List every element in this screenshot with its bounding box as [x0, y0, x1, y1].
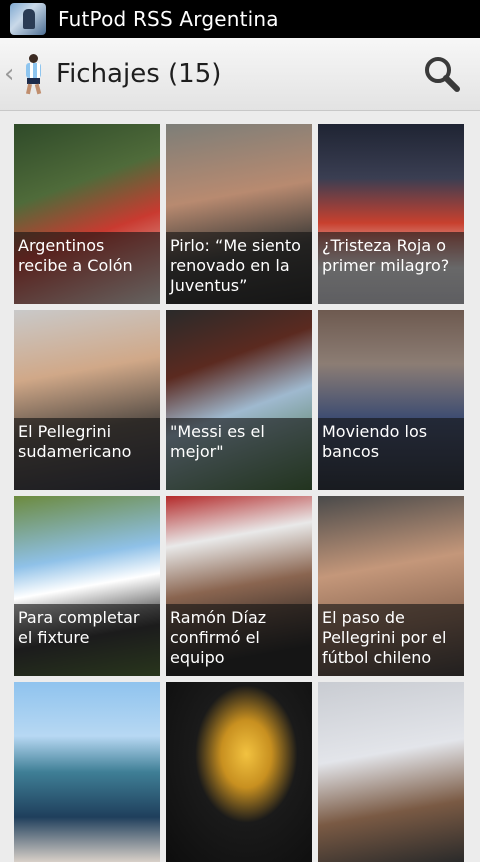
app-icon — [10, 3, 46, 35]
article-title: Pirlo: “Me siento renovado en la Juventu… — [166, 232, 312, 304]
article-tile[interactable]: Ramón Díaz confirmó el equipo — [166, 496, 312, 676]
player-logo-icon[interactable] — [18, 52, 48, 96]
article-tile[interactable]: Moviendo los bancos — [318, 310, 464, 490]
search-button[interactable] — [422, 54, 462, 94]
up-navigation-icon[interactable]: ‹ — [4, 61, 18, 87]
article-tile[interactable]: Pirlo: “Me siento renovado en la Juventu… — [166, 124, 312, 304]
page-title: Fichajes (15) — [56, 59, 222, 89]
article-title: Para completar el fixture — [14, 604, 160, 676]
article-tile[interactable]: Para completar el fixture — [14, 496, 160, 676]
article-title: Moviendo los bancos — [318, 418, 464, 490]
article-title: El paso de Pellegrini por el fútbol chil… — [318, 604, 464, 676]
article-tile[interactable] — [318, 682, 464, 862]
article-tile[interactable]: El paso de Pellegrini por el fútbol chil… — [318, 496, 464, 676]
article-tile[interactable]: ¿Tristeza Roja o primer milagro? — [318, 124, 464, 304]
article-tile[interactable]: Argentinos recibe a Colón — [14, 124, 160, 304]
article-title: Argentinos recibe a Colón — [14, 232, 160, 304]
article-title: ¿Tristeza Roja o primer milagro? — [318, 232, 464, 304]
action-bar: ‹ Fichajes (15) — [0, 38, 480, 111]
trophy-image — [166, 682, 312, 862]
article-tile[interactable] — [14, 682, 160, 862]
search-icon — [425, 57, 460, 92]
article-tile[interactable] — [166, 682, 312, 862]
article-title: El Pellegrini sudamericano — [14, 418, 160, 490]
app-title: FutPod RSS Argentina — [58, 7, 279, 31]
article-title: Ramón Díaz confirmó el equipo — [166, 604, 312, 676]
article-grid: Argentinos recibe a Colón Pirlo: “Me sie… — [14, 124, 464, 862]
status-bar: FutPod RSS Argentina — [0, 0, 480, 38]
article-title: "Messi es el mejor" — [166, 418, 312, 490]
article-tile[interactable]: El Pellegrini sudamericano — [14, 310, 160, 490]
article-tile[interactable]: "Messi es el mejor" — [166, 310, 312, 490]
stadium-image — [14, 682, 160, 862]
article-image — [318, 682, 464, 862]
